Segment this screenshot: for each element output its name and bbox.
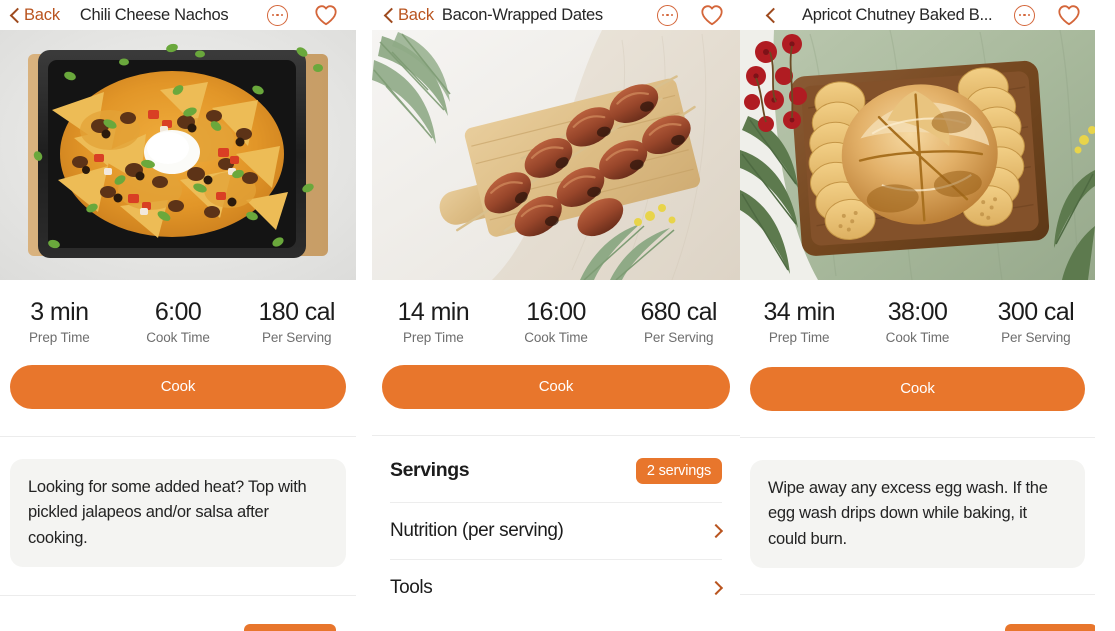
cook-button-container: Cook	[0, 345, 356, 409]
stat-value: 14 min	[397, 298, 470, 326]
heart-outline-icon[interactable]	[1057, 4, 1081, 26]
heart-outline-icon[interactable]	[700, 4, 724, 26]
page-title: Chili Cheese Nachos	[79, 5, 229, 24]
page-title: Apricot Chutney Baked B...	[802, 5, 993, 24]
page-title: Bacon-Wrapped Dates	[441, 5, 603, 24]
stat-value: 680 cal	[640, 298, 717, 326]
recipe-panel-chili-cheese-nachos: Back Chili Cheese Nachos 3 min Prep Time…	[0, 0, 356, 631]
chevron-left-icon	[764, 9, 777, 22]
stat-prep-time: 34 min Prep Time	[740, 298, 858, 345]
recipe-hero-image	[740, 30, 1095, 280]
stat-label: Cook Time	[524, 329, 588, 345]
stat-calories: 300 cal Per Serving	[977, 298, 1095, 345]
stat-label: Cook Time	[146, 329, 210, 345]
stat-cook-time: 6:00 Cook Time	[119, 298, 238, 345]
cook-button[interactable]: Cook	[382, 364, 730, 409]
chevron-left-icon	[382, 9, 395, 22]
partially-visible-badge[interactable]	[1005, 624, 1095, 631]
cook-button-container: Cook	[740, 345, 1095, 411]
tools-row[interactable]: Tools	[372, 560, 740, 616]
recipe-detail-screens: Back Chili Cheese Nachos 3 min Prep Time…	[0, 0, 1115, 631]
back-button-label: Back	[398, 5, 434, 24]
stat-label: Per Serving	[261, 329, 332, 345]
chevron-left-icon	[8, 9, 21, 22]
navigation-bar: Back Chili Cheese Nachos	[0, 0, 356, 30]
stat-value: 300 cal	[997, 298, 1075, 326]
more-options-icon[interactable]	[657, 4, 678, 26]
stat-label: Per Serving	[643, 329, 714, 345]
stat-value: 6:00	[154, 298, 202, 326]
stat-cook-time: 38:00 Cook Time	[858, 298, 976, 345]
stat-value: 3 min	[30, 298, 89, 326]
back-button[interactable]	[762, 9, 780, 22]
stat-calories: 180 cal Per Serving	[237, 298, 356, 345]
recipe-panel-bacon-wrapped-dates: Back Bacon-Wrapped Dates 14 min Prep Tim…	[372, 0, 740, 631]
more-options-icon[interactable]	[1014, 4, 1035, 26]
servings-badge[interactable]: 2 servings	[635, 457, 722, 484]
chevron-right-icon	[711, 525, 722, 536]
servings-row: Servings 2 servings	[372, 436, 740, 502]
section-divider	[740, 594, 1095, 596]
navigation-bar: Back Bacon-Wrapped Dates	[372, 0, 740, 30]
stat-prep-time: 14 min Prep Time	[372, 298, 495, 345]
stat-prep-time: 3 min Prep Time	[0, 298, 119, 345]
tip-container: Wipe away any excess egg wash. If the eg…	[740, 438, 1095, 569]
cook-button[interactable]: Cook	[750, 366, 1085, 411]
stat-value: 16:00	[526, 298, 586, 326]
stat-label: Per Serving	[1001, 329, 1071, 345]
recipe-stats: 14 min Prep Time 16:00 Cook Time 680 cal…	[372, 280, 740, 345]
heart-outline-icon[interactable]	[314, 4, 338, 26]
section-divider	[0, 595, 356, 597]
stat-label: Prep Time	[403, 329, 464, 345]
back-button[interactable]: Back	[6, 6, 60, 25]
cook-button-container: Cook	[372, 345, 740, 409]
navigation-actions	[267, 4, 338, 26]
stat-value: 34 min	[763, 298, 835, 326]
recipe-stats: 3 min Prep Time 6:00 Cook Time 180 cal P…	[0, 280, 356, 345]
navigation-actions	[1014, 4, 1081, 26]
stat-label: Cook Time	[885, 329, 950, 345]
recipe-hero-image	[372, 30, 740, 280]
tip-text: Looking for some added heat? Top with pi…	[28, 477, 307, 547]
stat-label: Prep Time	[768, 329, 830, 345]
chevron-right-icon	[711, 582, 722, 593]
back-button-label: Back	[24, 5, 60, 24]
nutrition-row-label: Nutrition (per serving)	[390, 519, 564, 541]
panel-gap	[356, 0, 372, 631]
recipe-panel-apricot-chutney-baked-brie: Apricot Chutney Baked B... 34 min Prep T…	[740, 0, 1095, 631]
tools-row-label: Tools	[390, 576, 433, 598]
tip-container: Looking for some added heat? Top with pi…	[0, 437, 356, 568]
servings-label: Servings	[390, 459, 470, 482]
cook-button[interactable]: Cook	[10, 364, 346, 409]
stat-label: Prep Time	[29, 329, 90, 345]
recipe-hero-image	[0, 30, 356, 280]
tip-card: Wipe away any excess egg wash. If the eg…	[750, 459, 1085, 569]
tip-card: Looking for some added heat? Top with pi…	[10, 458, 346, 568]
tip-text: Wipe away any excess egg wash. If the eg…	[768, 478, 1048, 548]
recipe-stats: 34 min Prep Time 38:00 Cook Time 300 cal…	[740, 280, 1095, 345]
stat-cook-time: 16:00 Cook Time	[495, 298, 618, 345]
partially-visible-badge[interactable]	[244, 624, 336, 631]
back-button[interactable]: Back	[380, 6, 434, 25]
navigation-bar: Apricot Chutney Baked B...	[740, 0, 1095, 30]
stat-value: 180 cal	[258, 298, 335, 326]
more-options-icon[interactable]	[267, 4, 288, 26]
nutrition-row[interactable]: Nutrition (per serving)	[372, 503, 740, 559]
stat-value: 38:00	[887, 298, 948, 326]
stat-calories: 680 cal Per Serving	[617, 298, 740, 345]
navigation-actions	[657, 4, 724, 26]
